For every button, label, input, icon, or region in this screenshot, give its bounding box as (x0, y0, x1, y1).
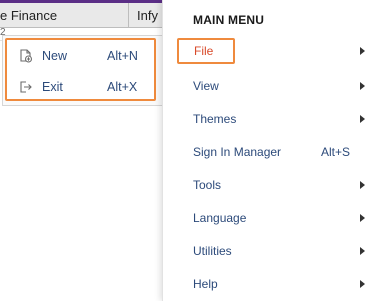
menu-item-view[interactable]: View (163, 72, 378, 100)
chevron-right-icon (360, 47, 365, 55)
file-submenu: New Alt+N Exit Alt+X (5, 38, 156, 101)
menu-item-view-label: View (193, 79, 219, 93)
menu-item-themes-label: Themes (193, 112, 237, 126)
menu-item-themes[interactable]: Themes (163, 105, 378, 133)
new-document-icon (19, 49, 33, 63)
chevron-right-icon (360, 82, 365, 90)
menu-item-help[interactable]: Help (163, 270, 378, 298)
submenu-item-new-label: New (42, 49, 68, 63)
chevron-right-icon (360, 115, 365, 123)
menu-item-file-label: File (194, 44, 214, 58)
submenu-item-new[interactable]: New Alt+N (7, 41, 154, 71)
menu-item-tools[interactable]: Tools (163, 171, 378, 199)
menu-item-language[interactable]: Language (163, 204, 378, 232)
chevron-right-icon (360, 214, 365, 222)
menu-item-tools-label: Tools (193, 178, 222, 192)
menu-item-utilities[interactable]: Utilities (163, 237, 378, 265)
submenu-item-exit[interactable]: Exit Alt+X (7, 72, 154, 102)
exit-icon (19, 80, 33, 94)
menu-item-sign-in-manager[interactable]: Sign In Manager Alt+S (163, 138, 378, 166)
menu-item-sign-in-manager-shortcut: Alt+S (321, 145, 351, 159)
submenu-item-exit-label: Exit (42, 80, 63, 94)
menu-item-language-label: Language (193, 211, 247, 225)
submenu-item-new-shortcut: Alt+N (107, 49, 138, 63)
menu-item-sign-in-manager-label: Sign In Manager (193, 145, 282, 159)
menu-item-utilities-label: Utilities (193, 244, 232, 258)
menu-item-file[interactable]: File (163, 37, 378, 65)
chevron-right-icon (360, 247, 365, 255)
main-menu: MAIN MENU File View Themes Sign In Manag… (162, 0, 378, 301)
main-menu-title: MAIN MENU (193, 13, 265, 27)
submenu-item-exit-shortcut: Alt+X (107, 80, 138, 94)
menu-item-help-label: Help (193, 277, 218, 291)
chevron-right-icon (360, 181, 365, 189)
chevron-right-icon (360, 280, 365, 288)
background-column-finance: e Finance (0, 3, 129, 27)
